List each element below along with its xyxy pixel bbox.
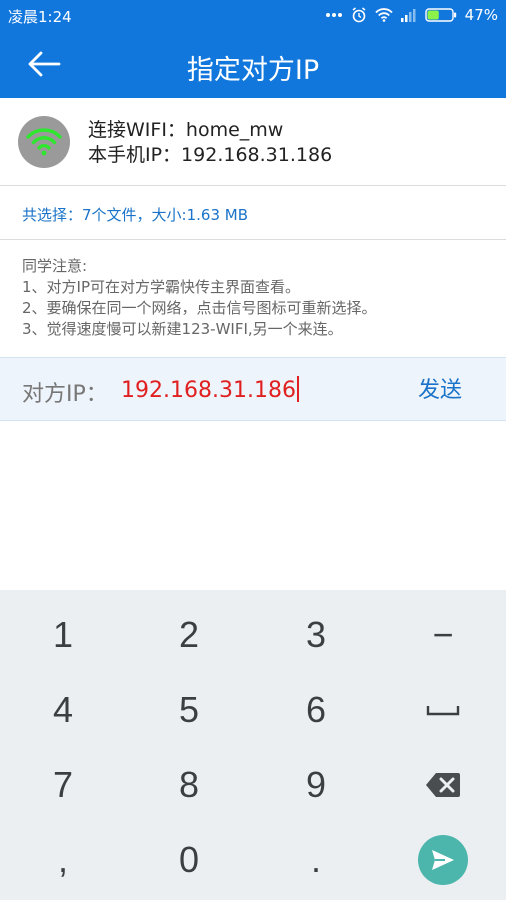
key-4[interactable]: 4 bbox=[0, 674, 126, 746]
battery-icon bbox=[424, 8, 457, 22]
notice-line: 1、对方IP可在对方学霸快传主界面查看。 bbox=[22, 278, 301, 296]
key-comma[interactable]: , bbox=[0, 824, 126, 896]
key-minus[interactable]: − bbox=[380, 599, 506, 671]
send-arrow-icon bbox=[432, 850, 454, 870]
app-bar: 指定对方IP bbox=[0, 30, 506, 98]
space-icon bbox=[426, 706, 460, 716]
key-9[interactable]: 9 bbox=[253, 749, 379, 821]
wifi-signal-button[interactable] bbox=[18, 116, 70, 168]
send-button[interactable]: 发送 bbox=[403, 374, 477, 408]
key-enter[interactable] bbox=[380, 824, 506, 896]
backspace-icon bbox=[426, 773, 460, 797]
key-space[interactable] bbox=[380, 674, 506, 746]
key-6[interactable]: 6 bbox=[253, 674, 379, 746]
key-0[interactable]: 0 bbox=[126, 824, 252, 896]
more-dots-icon bbox=[325, 12, 343, 18]
numeric-keyboard: 1 2 3 − 4 5 6 7 8 9 , 0 . bbox=[0, 590, 506, 900]
wifi-icon bbox=[26, 128, 62, 156]
selection-summary-row: 共选择：7个文件，大小:1.63 MB bbox=[0, 187, 506, 240]
key-8[interactable]: 8 bbox=[126, 749, 252, 821]
battery-percent: 47% bbox=[464, 6, 498, 24]
enter-button-circle bbox=[418, 835, 468, 885]
connection-text: 连接WIFI：home_mw 本手机IP：192.168.31.186 bbox=[88, 118, 332, 168]
wifi-icon bbox=[375, 8, 393, 22]
key-period[interactable]: . bbox=[253, 824, 379, 896]
alarm-icon bbox=[351, 7, 367, 23]
page-title: 指定对方IP bbox=[186, 55, 320, 86]
key-5[interactable]: 5 bbox=[126, 674, 252, 746]
key-7[interactable]: 7 bbox=[0, 749, 126, 821]
selection-summary: 共选择：7个文件，大小:1.63 MB bbox=[22, 206, 248, 224]
ip-input-value: 192.168.31.186 bbox=[121, 378, 296, 403]
key-3[interactable]: 3 bbox=[253, 599, 379, 671]
key-backspace[interactable] bbox=[380, 749, 506, 821]
key-1[interactable]: 1 bbox=[0, 599, 126, 671]
notice-line: 3、觉得速度慢可以新建123-WIFI,另一个来连。 bbox=[22, 320, 343, 338]
key-2[interactable]: 2 bbox=[126, 599, 252, 671]
connection-info: 连接WIFI：home_mw 本手机IP：192.168.31.186 bbox=[0, 98, 506, 186]
notice-title: 同学注意: bbox=[22, 257, 88, 275]
status-icons: 47% bbox=[325, 4, 498, 26]
ip-input[interactable]: 192.168.31.186 bbox=[121, 376, 299, 403]
wifi-name-line: 连接WIFI：home_mw bbox=[88, 119, 284, 141]
phone-ip-line: 本手机IP：192.168.31.186 bbox=[88, 144, 333, 166]
notice-block: 同学注意: 1、对方IP可在对方学霸快传主界面查看。 2、要确保在同一个网络，点… bbox=[22, 256, 377, 340]
text-cursor bbox=[296, 376, 299, 402]
status-bar: 凌晨1:24 47% bbox=[0, 0, 506, 30]
notice-line: 2、要确保在同一个网络，点击信号图标可重新选择。 bbox=[22, 299, 377, 317]
ip-input-row: 对方IP： 192.168.31.186 发送 bbox=[0, 357, 506, 421]
status-time: 凌晨1:24 bbox=[8, 8, 72, 26]
signal-icon bbox=[400, 8, 417, 22]
ip-label: 对方IP： bbox=[22, 382, 108, 407]
